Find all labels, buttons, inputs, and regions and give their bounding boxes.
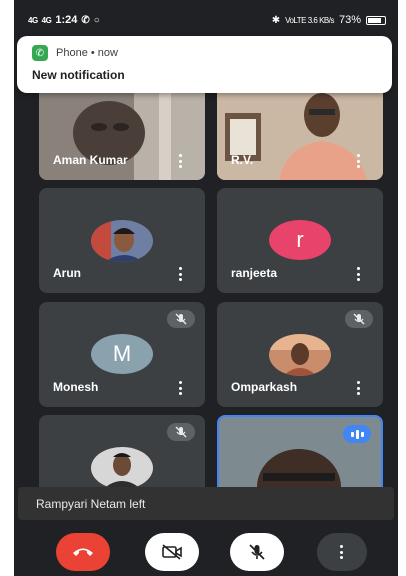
- participant-left-toast: Rampyari Netam left: [18, 487, 394, 520]
- participant-tile-omparkash[interactable]: Omparkash: [217, 302, 383, 407]
- status-left: 4G 4G 1:24 ✆ ○: [28, 14, 100, 26]
- participant-name: Aman Kumar: [53, 153, 128, 167]
- phone-hangup-icon: [73, 548, 93, 556]
- more-vert-icon[interactable]: [357, 381, 361, 395]
- notification-card[interactable]: ✆ Phone • now New notification: [17, 36, 392, 93]
- battery-percent: 73%: [338, 14, 361, 26]
- call-controls: [14, 528, 398, 576]
- notification-app-row: ✆ Phone • now: [32, 45, 118, 61]
- mic-off-icon: [249, 544, 265, 560]
- avatar: r: [269, 220, 331, 260]
- avatar: [269, 334, 331, 376]
- notification-app-label: Phone • now: [56, 47, 118, 59]
- more-vert-icon[interactable]: [179, 267, 183, 281]
- signal-2: 4G: [41, 15, 52, 25]
- notification-title: New notification: [32, 68, 125, 82]
- avatar-photo: [91, 447, 153, 489]
- participant-name: Monesh: [53, 380, 99, 394]
- more-vert-icon: [340, 545, 344, 559]
- participant-name: R.V.: [231, 153, 254, 167]
- battery-icon: [366, 15, 386, 25]
- mic-off-icon: [345, 310, 373, 328]
- signal-1: 4G: [28, 15, 38, 25]
- audio-level-icon: [343, 425, 371, 443]
- mic-off-icon: [167, 423, 195, 441]
- phone-app-icon: ✆: [32, 45, 48, 61]
- participant-name: ranjeeta: [231, 266, 278, 280]
- camera-toggle-button[interactable]: [145, 533, 199, 571]
- avatar: M: [91, 334, 153, 374]
- avatar: [91, 447, 153, 489]
- participant-tile-ranjeeta[interactable]: r ranjeeta: [217, 188, 383, 293]
- mic-toggle-button[interactable]: [230, 533, 284, 571]
- more-vert-icon[interactable]: [357, 267, 361, 281]
- more-vert-icon[interactable]: [179, 381, 183, 395]
- more-vert-icon[interactable]: [179, 154, 183, 168]
- call-icon: ✆: [81, 14, 90, 26]
- avatar-photo: [269, 334, 331, 376]
- sync-icon: ○: [93, 14, 100, 26]
- bluetooth-icon: ✱: [271, 14, 281, 26]
- status-time: 1:24: [55, 14, 78, 26]
- status-right: ✱ VoLTE 3.6 KB/s 73%: [272, 14, 386, 26]
- status-bar: 4G 4G 1:24 ✆ ○ ✱ VoLTE 3.6 KB/s 73%: [14, 0, 398, 40]
- participant-tile-arun[interactable]: Arun: [39, 188, 205, 293]
- participant-tile-monesh[interactable]: M Monesh: [39, 302, 205, 407]
- meet-screen: 4G 4G 1:24 ✆ ○ ✱ VoLTE 3.6 KB/s 73% ✆ Ph…: [14, 0, 398, 576]
- end-call-button[interactable]: [56, 533, 110, 571]
- participant-name: Arun: [53, 266, 81, 280]
- more-options-button[interactable]: [317, 533, 367, 571]
- camera-off-icon: [162, 544, 182, 560]
- participant-name: Omparkash: [231, 380, 298, 394]
- avatar-photo: [91, 220, 153, 262]
- mic-off-icon: [167, 310, 195, 328]
- avatar: [91, 220, 153, 262]
- more-vert-icon[interactable]: [357, 154, 361, 168]
- network-info: VoLTE 3.6 KB/s: [285, 15, 334, 25]
